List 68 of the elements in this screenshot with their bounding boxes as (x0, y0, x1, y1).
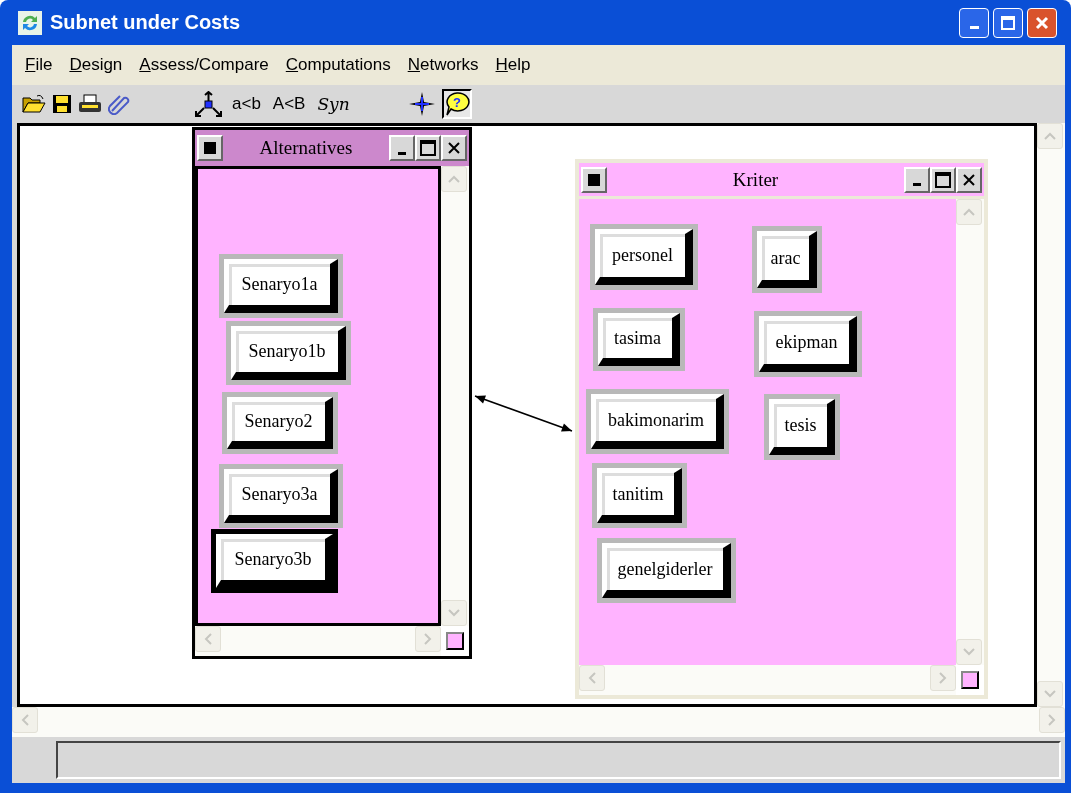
maximize-button[interactable] (993, 7, 1023, 38)
node-button[interactable]: Senaryo3b (211, 529, 338, 593)
chevron-left-icon (588, 672, 596, 684)
node-button[interactable]: ekipman (754, 311, 862, 377)
resize-corner[interactable] (961, 671, 979, 689)
cluster-title: Kriter (731, 168, 780, 191)
node-button[interactable]: tanitim (592, 463, 687, 528)
close-icon (962, 172, 976, 187)
window-title: Subnet under Costs (50, 11, 241, 34)
close-icon (447, 141, 461, 155)
print-icon[interactable] (78, 94, 102, 114)
chevron-up-icon (448, 175, 460, 183)
toolbar-button[interactable]: Syn (315, 94, 352, 114)
node-button[interactable]: personel (590, 224, 698, 290)
chevron-down-icon (963, 648, 975, 656)
minimize-icon (398, 151, 406, 155)
app-icon (18, 10, 42, 35)
node-button[interactable]: Senaryo2 (222, 392, 338, 454)
node-button[interactable]: Senaryo1b (226, 321, 351, 385)
open-folder-icon[interactable] (22, 94, 46, 114)
chevron-up-icon (963, 208, 975, 216)
maximize-button[interactable] (930, 166, 956, 193)
minimize-button[interactable] (389, 135, 415, 161)
maximize-icon (935, 171, 951, 188)
node-button[interactable]: arac (752, 226, 822, 293)
save-icon[interactable] (52, 94, 72, 114)
chevron-down-icon (448, 609, 460, 617)
system-menu-button[interactable] (581, 166, 607, 193)
square-icon (204, 142, 216, 154)
node-button[interactable]: tasima (593, 308, 685, 371)
toolbar-button[interactable]: A<B (270, 94, 308, 114)
node-button[interactable]: Senaryo3a (219, 464, 343, 528)
chevron-right-icon (424, 633, 432, 645)
node-button[interactable]: genelgiderler (597, 538, 736, 603)
chevron-right-icon (1048, 714, 1056, 726)
menu-item[interactable]: File (22, 55, 61, 75)
close-button[interactable] (956, 166, 982, 193)
toolbar-button[interactable]: a<b (230, 94, 263, 114)
menu-item[interactable]: Design (66, 55, 131, 75)
maximize-icon (1000, 14, 1016, 31)
menu-item[interactable]: Help (492, 55, 539, 75)
chevron-left-icon (204, 633, 212, 645)
paperclip-icon[interactable] (108, 93, 130, 115)
close-button[interactable] (1027, 7, 1057, 38)
node-arrows-icon[interactable] (194, 91, 224, 117)
node-button[interactable]: bakimonarim (586, 389, 729, 454)
help-button[interactable]: ? (441, 89, 472, 119)
menu-item[interactable]: Networks (404, 55, 487, 75)
chevron-down-icon (1044, 690, 1056, 698)
menu-item[interactable]: Computations (282, 55, 399, 75)
node-button[interactable]: Senaryo1a (219, 254, 343, 318)
minimize-icon (969, 26, 979, 29)
close-icon (1034, 14, 1050, 31)
resize-corner[interactable] (446, 632, 464, 650)
chevron-left-icon (21, 714, 29, 726)
minimize-button[interactable] (904, 166, 930, 193)
maximize-button[interactable] (415, 135, 441, 161)
cluster-title: Alternatives (258, 137, 354, 159)
chevron-right-icon (939, 672, 947, 684)
minimize-icon (913, 183, 921, 186)
minimize-button[interactable] (959, 7, 989, 38)
close-button[interactable] (441, 135, 467, 161)
maximize-icon (420, 140, 436, 156)
chevron-up-icon (1044, 132, 1056, 140)
menu-item[interactable]: Assess/Compare (136, 55, 277, 75)
square-icon (588, 173, 600, 186)
node-button[interactable]: tesis (764, 394, 840, 460)
system-menu-button[interactable] (197, 135, 223, 161)
